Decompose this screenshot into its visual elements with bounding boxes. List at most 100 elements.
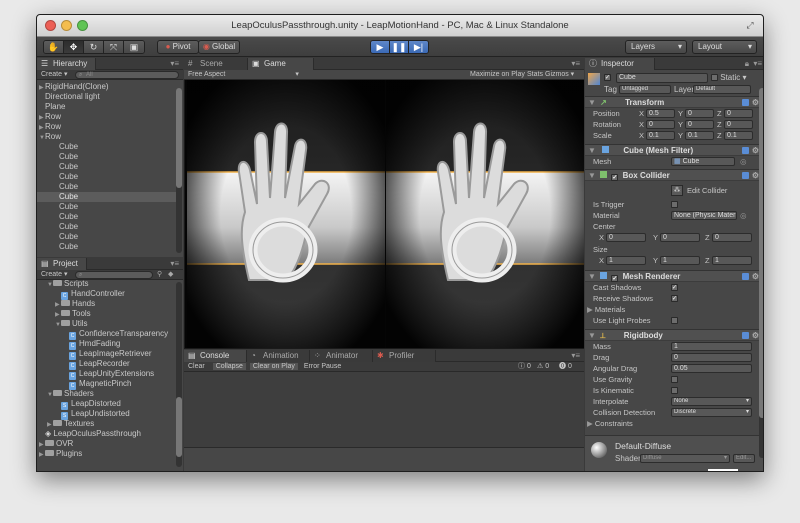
receive-shadows-checkbox[interactable]: ✓ — [671, 295, 678, 302]
help-book-icon[interactable] — [742, 172, 749, 179]
tab-hierarchy[interactable]: ☰ Hierarchy — [37, 58, 97, 70]
hierarchy-item[interactable]: ▶RigidHand(Clone) — [37, 82, 177, 92]
project-item[interactable]: S LeapDistorted — [37, 399, 177, 410]
mesh-filter-header[interactable]: ▼ Cube (Mesh Filter) ⚙ — [585, 144, 763, 156]
project-item[interactable]: ▶ Hands — [37, 299, 177, 309]
rotation-z-field[interactable]: 0 — [724, 120, 753, 129]
clear-button[interactable]: Clear — [188, 363, 205, 370]
hierarchy-item[interactable]: Cube — [37, 222, 177, 232]
project-item[interactable]: C MagneticPinch — [37, 379, 177, 390]
hierarchy-item[interactable]: ▶Row — [37, 112, 177, 122]
help-book-icon[interactable] — [742, 147, 749, 154]
hierarchy-item[interactable]: ▶Row — [37, 122, 177, 132]
center-z-field[interactable]: 0 — [712, 233, 752, 242]
scale-x-field[interactable]: 0.1 — [646, 131, 675, 140]
collision-detection-dropdown[interactable]: Discrete ▾ — [671, 408, 752, 417]
object-picker-icon[interactable]: ◎ — [740, 211, 747, 221]
gear-icon[interactable]: ⚙ — [752, 170, 759, 181]
tag-dropdown[interactable]: Untagged — [619, 85, 671, 94]
size-x-field[interactable]: 1 — [606, 256, 646, 265]
tab-project[interactable]: ▤ Project — [37, 258, 87, 270]
fullscreen-icon[interactable]: ⤢ — [745, 20, 755, 30]
help-book-icon[interactable] — [742, 332, 749, 339]
tab-scene[interactable]: # Scene — [184, 58, 248, 70]
is-trigger-checkbox[interactable] — [671, 201, 678, 208]
mesh-renderer-header[interactable]: ▼ ✓ Mesh Renderer ⚙ — [585, 270, 763, 282]
position-y-field[interactable]: 0 — [685, 109, 714, 118]
project-item[interactable]: C LeapImageRetriever — [37, 349, 177, 360]
help-book-icon[interactable] — [742, 273, 749, 280]
create-button[interactable]: Create ▾ — [41, 71, 67, 78]
project-item[interactable]: ◈ LeapOculusPassthrough — [37, 429, 177, 439]
layout-dropdown[interactable]: Layout ▾ — [692, 40, 757, 54]
static-toggle[interactable]: Static ▾ — [711, 73, 747, 82]
project-item[interactable]: C LeapRecorder — [37, 359, 177, 370]
position-z-field[interactable]: 0 — [724, 109, 753, 118]
scale-z-field[interactable]: 0.1 — [724, 131, 753, 140]
hierarchy-item[interactable]: Directional light — [37, 92, 177, 102]
light-probes-checkbox[interactable] — [671, 317, 678, 324]
material-field[interactable]: None (Physic Materia — [671, 211, 737, 220]
tab-animation[interactable]: ◔ Animation — [247, 350, 310, 362]
aspect-dropdown[interactable]: Free Aspect ▾ — [188, 71, 299, 78]
console-log-area[interactable] — [184, 372, 584, 447]
project-item[interactable]: ▶ Tools — [37, 309, 177, 319]
rigidbody-header[interactable]: ▼ ⟂ Rigidbody ⚙ — [585, 329, 763, 341]
project-item[interactable]: ▼ Shaders — [37, 389, 177, 399]
hierarchy-item[interactable]: Cube — [37, 192, 177, 202]
center-y-field[interactable]: 0 — [660, 233, 700, 242]
main-color-swatch[interactable] — [708, 469, 738, 471]
hierarchy-item[interactable]: Plane — [37, 102, 177, 112]
box-collider-enabled-checkbox[interactable]: ✓ — [611, 174, 619, 181]
project-item[interactable]: ▶ OVR — [37, 439, 177, 449]
pivot-button[interactable]: ● Pivot — [157, 40, 199, 54]
gear-icon[interactable]: ⚙ — [752, 145, 759, 156]
clear-on-play-button[interactable]: Clear on Play — [249, 363, 298, 370]
stats-toggle[interactable]: Stats — [527, 70, 543, 80]
materials-row[interactable]: ▶ Materials — [585, 305, 763, 315]
hierarchy-item[interactable]: Cube — [37, 232, 177, 242]
gear-icon[interactable]: ⚙ — [752, 271, 759, 282]
log-count[interactable]: ⓘ 0 — [518, 362, 531, 372]
hierarchy-item[interactable]: ▼Row — [37, 132, 177, 142]
project-item[interactable]: C HandController — [37, 289, 177, 300]
shader-dropdown[interactable]: Diffuse ▾ — [640, 454, 730, 463]
panel-menu-icon[interactable]: ▾≡ — [170, 58, 179, 70]
layers-dropdown[interactable]: Layers ▾ — [625, 40, 687, 54]
box-collider-header[interactable]: ▼ ✓ Box Collider ⚙ — [585, 169, 763, 181]
layer-dropdown[interactable]: Default — [693, 85, 751, 94]
project-scrollbar[interactable] — [176, 282, 182, 467]
panel-menu-icon[interactable]: ▾≡ — [170, 258, 179, 270]
shader-edit-button[interactable]: Edit... — [733, 454, 755, 463]
hierarchy-item[interactable]: Cube — [37, 202, 177, 212]
hierarchy-item[interactable]: Cube — [37, 212, 177, 222]
panel-menu-icon[interactable]: ▾≡ — [571, 350, 580, 362]
edit-collider-icon[interactable]: ⁂ — [671, 185, 683, 196]
project-item[interactable]: S LeapUndistorted — [37, 409, 177, 420]
tab-profiler[interactable]: ✱ Profiler — [373, 350, 436, 362]
rotation-x-field[interactable]: 0 — [646, 120, 675, 129]
project-search-input[interactable]: ⌕ — [75, 271, 153, 279]
hierarchy-item[interactable]: Cube — [37, 242, 177, 252]
project-item[interactable]: C HmdFading — [37, 339, 177, 350]
step-icon[interactable]: ▶| — [409, 41, 428, 53]
interpolate-dropdown[interactable]: None ▾ — [671, 397, 752, 406]
tab-game[interactable]: ▣ Game — [248, 58, 314, 70]
hierarchy-item[interactable]: Cube — [37, 182, 177, 192]
rotation-y-field[interactable]: 0 — [685, 120, 714, 129]
hierarchy-search-input[interactable]: ⌕ All — [75, 71, 179, 79]
active-checkbox[interactable]: ✓ — [604, 74, 611, 81]
project-item[interactable]: C LeapUnityExtensions — [37, 369, 177, 380]
rect-tool-icon[interactable]: ▣ — [124, 41, 144, 53]
pause-icon[interactable]: ❚❚ — [390, 41, 409, 53]
project-item[interactable]: ▶ Textures — [37, 419, 177, 429]
minimize-window-button[interactable] — [61, 20, 72, 31]
maximize-on-play-toggle[interactable]: Maximize on Play — [470, 70, 525, 80]
cast-shadows-checkbox[interactable]: ✓ — [671, 284, 678, 291]
panel-menu-icon[interactable]: ▾≡ — [571, 58, 580, 70]
game-view[interactable] — [185, 80, 584, 348]
error-pause-button[interactable]: Error Pause — [304, 363, 341, 370]
mass-field[interactable]: 1 — [671, 342, 752, 351]
tab-console[interactable]: ▤ Console — [184, 350, 247, 362]
scale-tool-icon[interactable]: ⤧ — [104, 41, 124, 53]
